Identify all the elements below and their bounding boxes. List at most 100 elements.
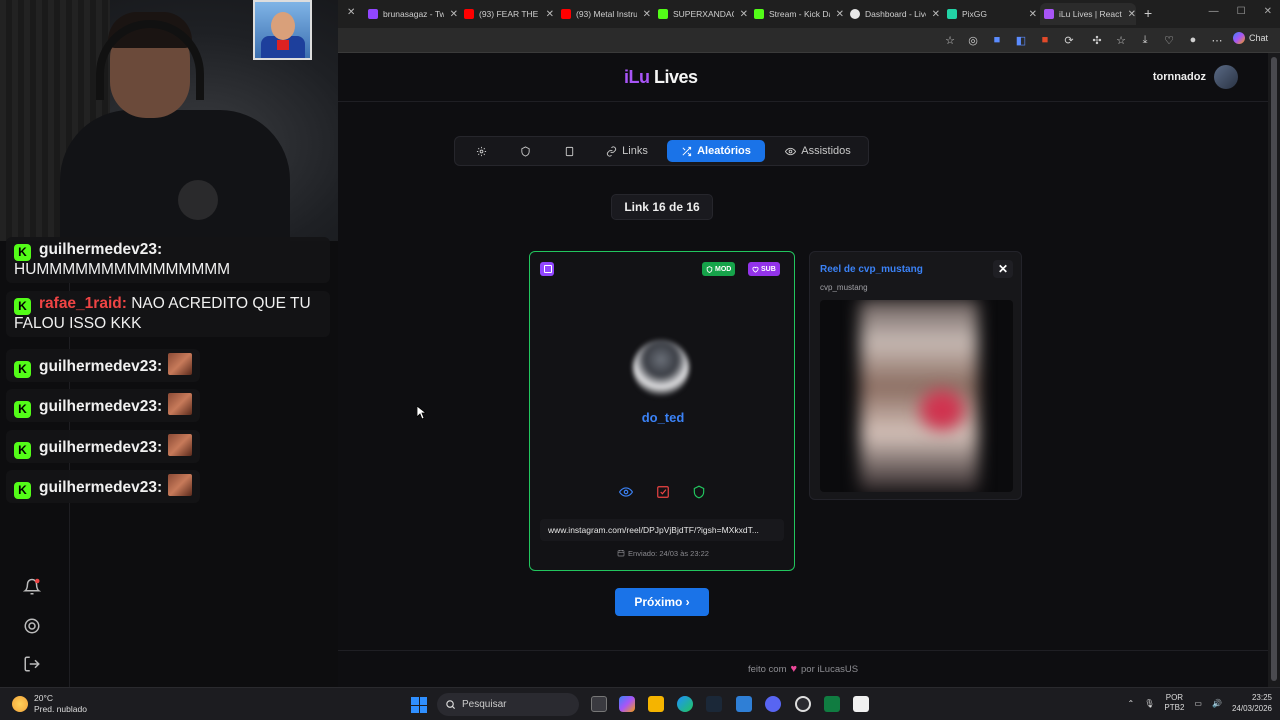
profile-icon[interactable]: ● [1186,33,1200,47]
bell-icon[interactable] [23,578,41,596]
close-icon[interactable]: ✕ [993,260,1013,278]
submitter-username[interactable]: do_ted [530,410,796,425]
volume-icon[interactable]: 🔊 [1212,699,1222,708]
close-tab-icon[interactable]: ✕ [546,9,554,20]
sub-badge-label: SUB [761,265,776,273]
clock[interactable]: 23:25 24/03/2026 [1232,692,1272,714]
tab-aleatorios-label: Aleatórios [697,145,751,157]
search-placeholder: Pesquisar [462,699,507,710]
tab-title: (93) FEAR THE C [479,9,540,19]
chat-label: Chat [1248,33,1268,43]
emote-image [168,474,193,496]
tab-title: Dashboard - Live [865,9,926,19]
shield-icon[interactable] [692,485,706,499]
emote-image [168,393,193,415]
close-window-icon[interactable]: ✕ [1264,6,1272,17]
chat-username: guilhermedev23: [39,439,163,456]
reel-author: cvp_mustang [820,283,868,292]
shield-icon [706,265,713,273]
tab-saved[interactable] [551,140,587,162]
steam-icon[interactable] [706,696,722,712]
chat-message: Kguilhermedev23: HUMMMMMMMMMMMMMMM [6,237,330,283]
kick-favicon-icon [754,9,764,19]
favorites-icon[interactable]: ☆ [1114,33,1128,47]
close-tab-icon[interactable]: ✕ [347,7,355,18]
obs-icon[interactable] [795,696,811,712]
app-logo[interactable]: iLu Lives [624,67,698,88]
copilot-chat-button[interactable]: Chat [1232,32,1268,44]
microphone-icon[interactable]: 🎙 [1144,699,1154,708]
browser-tab[interactable]: PixGG ✕ [947,3,1037,25]
tab-links[interactable]: Links [597,140,657,162]
kick-badge-icon: K [14,360,31,378]
youtube-favicon-icon [561,9,571,19]
chat-username: guilhermedev23: [39,398,163,415]
extension-icon[interactable]: ◧ [1014,33,1028,47]
reel-video-preview[interactable] [820,300,1013,492]
store-icon[interactable] [736,696,752,712]
tab-title: PixGG [962,9,988,19]
chevron-up-icon[interactable]: ⌃ [1128,699,1135,708]
browser-tab[interactable]: (93) Metal Instru ✕ [561,3,651,25]
health-icon[interactable]: ♡ [1162,33,1176,47]
tab-aleatorios[interactable]: Aleatórios [667,140,765,162]
tab-settings[interactable] [463,140,499,162]
help-buoy-icon[interactable] [23,617,41,635]
extension-icon[interactable]: ■ [990,33,1004,47]
close-tab-icon[interactable]: ✕ [740,9,748,20]
tab-moderation[interactable] [507,140,543,162]
file-explorer-icon[interactable] [648,696,664,712]
weather-widget[interactable]: 20°C Pred. nublado [12,693,87,715]
logout-icon[interactable] [23,655,41,673]
new-tab-icon[interactable]: + [1144,5,1152,21]
windows-start-icon[interactable] [411,697,427,713]
extension-icon[interactable]: ■ [1038,33,1052,47]
link-url[interactable]: www.instagram.com/reel/DPJpVjBjdTF/?igsh… [540,519,784,541]
excel-icon[interactable] [824,696,840,712]
browser-tab[interactable]: Dashboard - Live ✕ [850,3,940,25]
language-indicator[interactable]: POR PTB2 [1164,693,1184,713]
chat-username: rafae_1raid: [39,295,127,312]
discord-icon[interactable] [765,696,781,712]
browser-tab[interactable]: Stream - Kick Da ✕ [754,3,844,25]
close-tab-icon[interactable]: ✕ [1128,9,1136,20]
chat-message: Kguilhermedev23: [6,389,201,422]
star-icon[interactable]: ☆ [943,33,957,47]
browser-tab[interactable]: (93) FEAR THE C ✕ [464,3,554,25]
download-icon[interactable]: ⤓ [1138,33,1152,47]
extension-icon[interactable]: ◎ [966,33,980,47]
browser-tab[interactable]: SUPERXANDAO ✕ [658,3,748,25]
copilot-icon[interactable] [619,696,635,712]
edge-icon[interactable] [677,696,693,712]
chat-message: Kguilhermedev23: [6,430,201,463]
close-tab-icon[interactable]: ✕ [836,9,844,20]
user-menu[interactable]: tornnadoz [1153,65,1238,89]
task-view-icon[interactable] [591,696,607,712]
checkbox-icon[interactable] [656,485,670,499]
browser-tab-active[interactable]: iLu Lives | React ✕ [1040,3,1136,25]
heart-icon [752,266,759,273]
page-scrollbar[interactable] [1268,53,1280,687]
tab-assistidos[interactable]: Assistidos [773,140,863,162]
maximize-icon[interactable]: ☐ [1237,6,1246,17]
sent-timestamp: Enviado: 24/03 às 23:22 [530,549,796,558]
close-tab-icon[interactable]: ✕ [1029,9,1037,20]
close-tab-icon[interactable]: ✕ [932,9,940,20]
taskbar-search[interactable]: Pesquisar [437,693,579,716]
extensions-puzzle-icon[interactable]: ✣ [1090,33,1104,47]
notepad-icon[interactable] [853,696,869,712]
scrollbar-thumb[interactable] [1271,57,1277,681]
minimize-icon[interactable]: — [1209,6,1219,17]
browser-tab[interactable]: brunasagaz - Tw ✕ [368,3,458,25]
close-tab-icon[interactable]: ✕ [643,9,651,20]
close-tab-icon[interactable]: ✕ [450,9,458,20]
window-controls: — ☐ ✕ [1209,6,1272,17]
reel-preview-card: Reel de cvp_mustang cvp_mustang ✕ [809,251,1022,500]
eye-icon[interactable] [619,485,633,499]
chat-message: Krafae_1raid: NAO ACREDITO QUE TU FALOU … [6,291,330,337]
next-button[interactable]: Próximo › [615,588,709,616]
display-icon[interactable]: ▭ [1194,699,1202,708]
superman-poster [253,0,312,60]
more-menu-icon[interactable]: ⋯ [1210,33,1224,47]
extension-icon[interactable]: ⟳ [1062,33,1076,47]
